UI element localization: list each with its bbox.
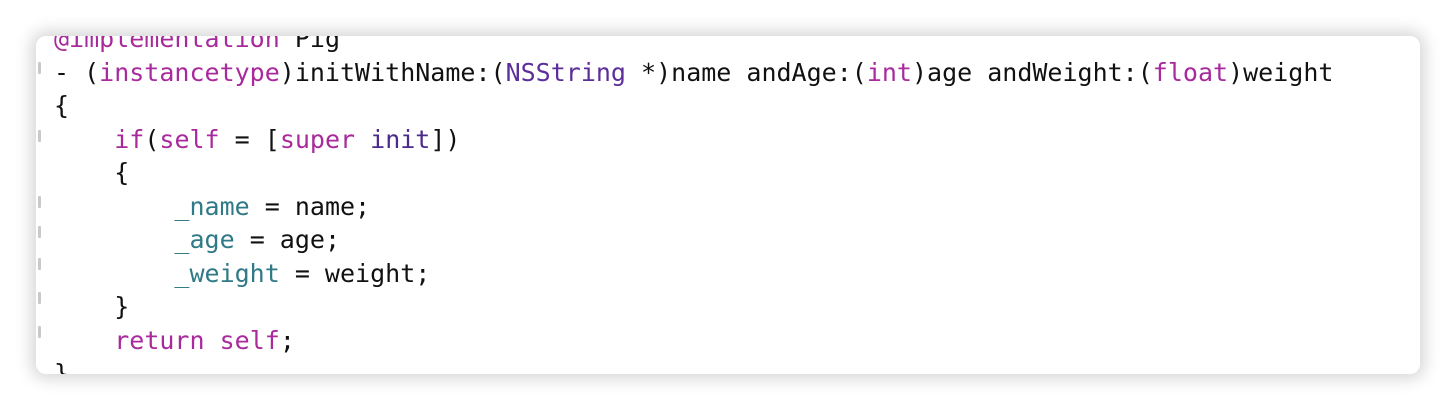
code-line[interactable]: if(self = [super init]) — [54, 123, 1333, 157]
source-code[interactable]: @implementation Pig - (instancetype)initW… — [54, 36, 1333, 374]
code-token-plain: )age andWeight:( — [911, 57, 1153, 87]
code-line[interactable]: @implementation Pig — [54, 36, 1333, 56]
code-token-plain: = weight; — [279, 258, 431, 288]
code-token-plain: ]) — [430, 124, 461, 154]
code-token-keyword: self — [159, 124, 220, 154]
code-token-keyword: float — [1152, 57, 1229, 87]
gutter-tick — [38, 226, 41, 238]
gutter-tick — [38, 258, 41, 270]
code-line[interactable]: { — [54, 89, 1333, 123]
code-token-plain: { — [54, 91, 70, 120]
code-line[interactable]: _name = name; — [54, 190, 1333, 224]
code-token-ivar: _name — [174, 191, 250, 221]
code-token-keyword: if — [114, 124, 145, 154]
code-line[interactable]: } — [54, 290, 1333, 324]
code-token-plain: *)name andAge:( — [625, 57, 867, 87]
code-token-directive: @implementation — [54, 36, 280, 53]
gutter-tick — [38, 62, 41, 74]
code-line[interactable]: } — [54, 357, 1333, 374]
code-line[interactable]: { — [54, 156, 1333, 190]
code-token-plain: )weight — [1228, 57, 1334, 87]
code-token-plain: { — [114, 158, 130, 187]
code-line[interactable]: - (instancetype)initWithName:(NSString *… — [54, 56, 1333, 90]
code-line[interactable]: return self; — [54, 324, 1333, 358]
code-token-plain: ; — [279, 325, 295, 355]
code-token-plain: = [ — [219, 124, 280, 154]
code-token-plain: - ( — [54, 57, 100, 87]
code-token-keyword: self — [219, 325, 280, 355]
code-token-type: NSString — [505, 57, 626, 87]
code-line[interactable]: _age = age; — [54, 223, 1333, 257]
code-editor[interactable]: @implementation Pig - (instancetype)initW… — [36, 36, 1420, 374]
code-token-method: init — [370, 124, 431, 154]
code-token-plain: Pig — [294, 36, 340, 53]
gutter-tick — [38, 326, 41, 338]
gutter-tick — [38, 130, 41, 142]
code-token-plain: )initWithName:( — [279, 57, 506, 87]
code-token-plain: } — [114, 292, 130, 321]
code-token-ivar: _age — [174, 225, 235, 254]
code-token-plain: = name; — [249, 191, 371, 221]
code-token-plain: = age; — [234, 225, 340, 254]
code-line[interactable]: _weight = weight; — [54, 257, 1333, 291]
code-token-keyword: instancetype — [99, 57, 280, 87]
code-token-keyword: return — [114, 325, 205, 355]
code-token-plain: ( — [144, 124, 160, 154]
gutter-tick — [38, 196, 41, 208]
code-token-ivar: _weight — [174, 258, 280, 288]
code-token-keyword: int — [866, 57, 912, 87]
code-token-plain: } — [54, 359, 70, 374]
gutter-tick — [38, 292, 41, 304]
code-token-keyword: super — [279, 124, 356, 154]
